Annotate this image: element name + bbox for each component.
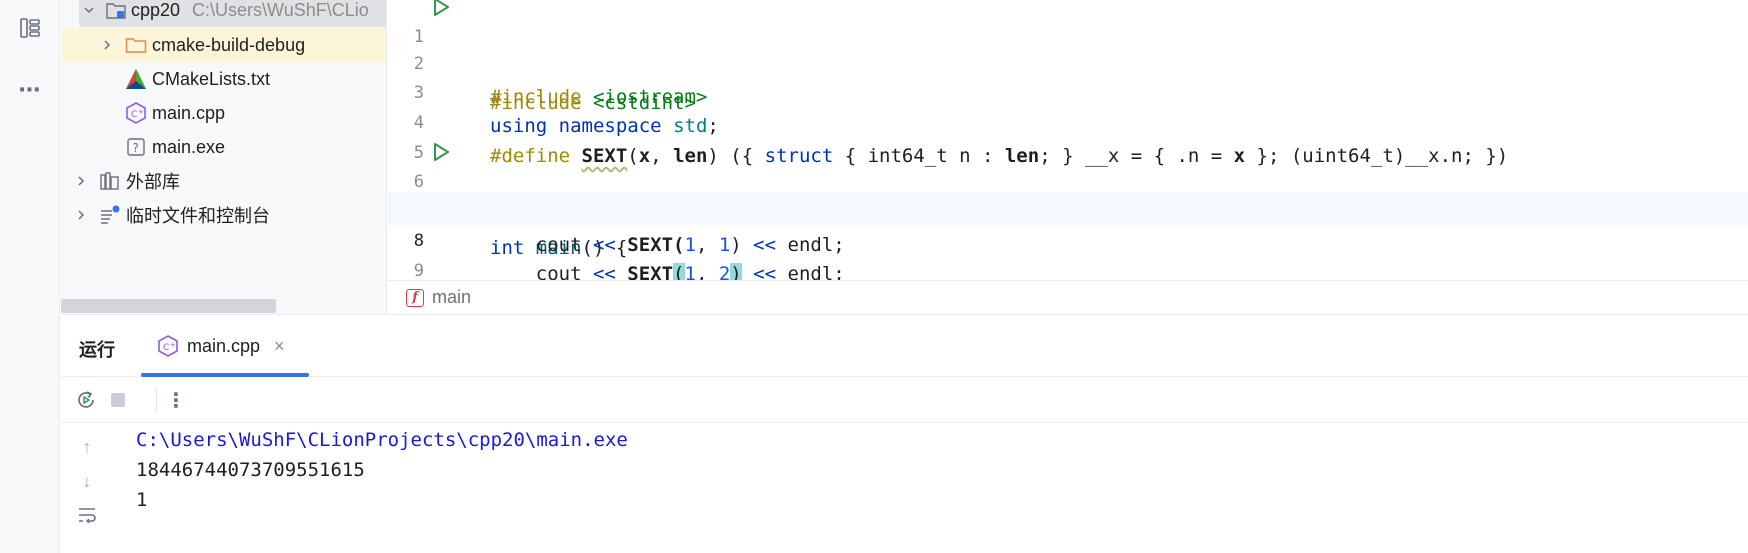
tree-root-cpp20[interactable]: cpp20 C:\Users\WuShF\CLio bbox=[79, 0, 386, 27]
svg-text:C: C bbox=[163, 343, 169, 353]
code-line[interactable]: 6 int main() { bbox=[388, 133, 1748, 259]
toolbar-divider bbox=[156, 389, 157, 411]
code-line[interactable]: 9 } bbox=[388, 222, 1748, 280]
chevron-down-icon[interactable] bbox=[81, 2, 97, 18]
unknown-file-icon: ? bbox=[125, 136, 147, 158]
code-text: cout << SEXT(1, 2) << endl; bbox=[490, 258, 845, 280]
console-line: 18446744073709551615 bbox=[136, 459, 365, 481]
breadcrumb-label[interactable]: main bbox=[432, 287, 471, 308]
function-icon: f bbox=[406, 288, 424, 307]
more-options-icon[interactable]: ⋮ bbox=[163, 387, 189, 413]
editor-breadcrumb[interactable]: f main bbox=[388, 280, 1748, 314]
tree-item-label: CMakeLists.txt bbox=[152, 68, 271, 89]
project-tree: cpp20 C:\Users\WuShF\CLio cmake-build-deb… bbox=[61, 0, 387, 314]
run-panel-title: 运行 bbox=[79, 340, 115, 360]
run-header: 运行 C + main.cpp × bbox=[61, 315, 1748, 377]
rerun-icon[interactable] bbox=[73, 387, 99, 413]
cmake-icon bbox=[125, 68, 147, 90]
svg-text:+: + bbox=[138, 108, 144, 116]
close-icon[interactable]: × bbox=[274, 336, 285, 357]
tool-window-strip: ⋯ bbox=[0, 0, 60, 553]
code-line[interactable]: 4 #define SEXT(x, len) ({ struct { int64… bbox=[388, 74, 1748, 167]
cpp-file-icon: C + bbox=[157, 335, 179, 357]
project-horizontal-scrollbar[interactable] bbox=[61, 299, 276, 313]
svg-text:C: C bbox=[131, 110, 137, 120]
scratches-icon bbox=[99, 204, 121, 226]
run-gutter-icon[interactable] bbox=[432, 0, 450, 16]
more-tools-icon[interactable]: ⋯ bbox=[14, 74, 46, 106]
svg-text:?: ? bbox=[133, 141, 139, 155]
arrow-down-icon[interactable]: ↓ bbox=[75, 469, 99, 493]
tab-main-cpp[interactable]: C + main.cpp × bbox=[141, 325, 309, 367]
run-tool-window: 运行 C + main.cpp × ⋮ ↑ ↓ C:\Users\WuShF\CL… bbox=[61, 314, 1748, 553]
tree-item-label: main.exe bbox=[152, 136, 226, 157]
code-line[interactable]: 3 using namespace std; bbox=[388, 44, 1748, 137]
tree-item-label: main.cpp bbox=[152, 102, 226, 123]
console-line-command: C:\Users\WuShF\CLionProjects\cpp20\main.… bbox=[136, 429, 628, 451]
tree-item-label: 临时文件和控制台 bbox=[126, 206, 270, 226]
chevron-right-icon[interactable] bbox=[73, 173, 89, 189]
folder-module-icon bbox=[105, 0, 127, 21]
tree-root-path: C:\Users\WuShF\CLio bbox=[192, 0, 369, 20]
stop-icon[interactable] bbox=[105, 387, 131, 413]
project-structure-icon[interactable] bbox=[14, 12, 46, 44]
code-line-current[interactable]: 8 cout << SEXT(1, 2) << endl; bbox=[388, 192, 1748, 280]
console-line: 1 bbox=[136, 489, 148, 511]
console-output[interactable]: C:\Users\WuShF\CLionProjects\cpp20\main.… bbox=[136, 423, 1736, 553]
line-number: 9 bbox=[413, 261, 424, 280]
tree-item-label: cmake-build-debug bbox=[152, 34, 306, 55]
folder-icon bbox=[125, 34, 147, 56]
tree-item-label: 外部库 bbox=[126, 172, 180, 192]
chevron-right-icon[interactable] bbox=[73, 207, 89, 223]
tree-item-external-libraries[interactable]: 外部库 bbox=[61, 164, 386, 198]
library-icon bbox=[99, 170, 121, 192]
chevron-right-icon[interactable] bbox=[99, 37, 115, 53]
run-toolbar: ⋮ bbox=[61, 377, 1748, 423]
tab-label: main.cpp bbox=[187, 335, 261, 356]
tree-item-cmake-build-debug[interactable]: cmake-build-debug bbox=[61, 28, 386, 62]
tree-root-name: cpp20 C:\Users\WuShF\CLio bbox=[131, 0, 369, 20]
tree-item-cmakelists[interactable]: CMakeLists.txt bbox=[61, 62, 386, 96]
tree-item-main-cpp[interactable]: C + main.cpp bbox=[61, 96, 386, 130]
code-editor[interactable]: 1 #include <cstdint> 2 #include <iostrea… bbox=[388, 0, 1748, 280]
cpp-file-icon: C + bbox=[125, 102, 147, 124]
tree-item-main-exe[interactable]: ? main.exe bbox=[61, 130, 386, 164]
soft-wrap-icon[interactable] bbox=[75, 503, 99, 527]
run-gutter-icon[interactable] bbox=[432, 140, 450, 161]
tree-item-scratches[interactable]: 临时文件和控制台 bbox=[61, 198, 386, 232]
svg-text:+: + bbox=[170, 341, 176, 349]
console-side-toolbar: ↑ ↓ bbox=[61, 423, 113, 553]
arrow-up-icon[interactable]: ↑ bbox=[75, 435, 99, 459]
